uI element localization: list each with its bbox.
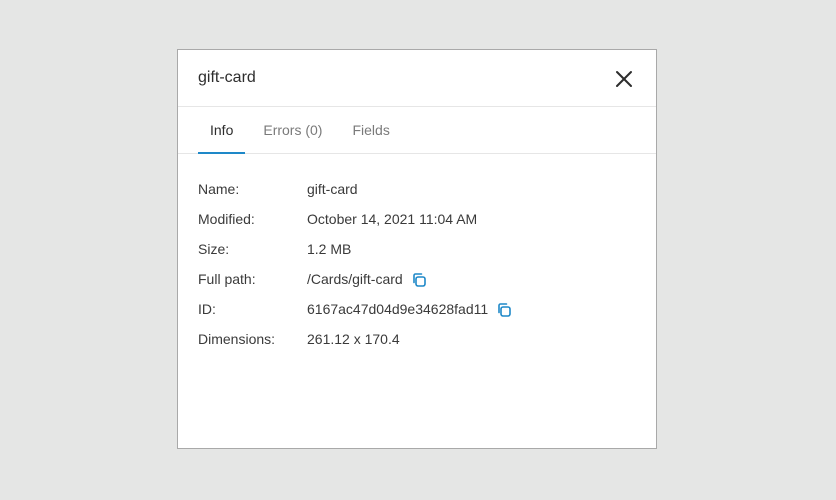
info-value: October 14, 2021 11:04 AM [307,211,478,227]
dialog-header: gift-card [178,50,656,107]
info-value: gift-card [307,181,358,197]
info-value: 6167ac47d04d9e34628fad11 [307,301,489,317]
file-info-dialog: gift-card Info Errors (0) Fields Name: g… [177,49,657,449]
tab-bar: Info Errors (0) Fields [178,107,656,154]
info-row-full-path: Full path: /Cards/gift-card [198,264,636,294]
tab-errors[interactable]: Errors (0) [251,107,334,153]
copy-icon [498,303,511,317]
info-label: Name: [198,181,240,197]
copy-icon [412,273,426,287]
info-label: Dimensions: [198,331,276,347]
info-panel: Name: gift-card Modified: October 14, 20… [178,154,656,354]
close-icon [616,71,632,87]
dialog-title: gift-card [198,69,256,86]
copy-path-button[interactable] [411,272,427,288]
tab-fields[interactable]: Fields [340,107,401,153]
info-row-id: ID: 6167ac47d04d9e34628fad11 [198,294,636,324]
info-value: /Cards/gift-card [307,271,403,287]
info-row-size: Size: 1.2 MB [198,234,636,264]
info-value: 1.2 MB [307,241,352,257]
copy-id-button[interactable] [496,302,512,318]
info-label: Full path: [198,271,256,287]
info-row-dimensions: Dimensions: 261.12 x 170.4 [198,324,636,354]
info-row-name: Name: gift-card [198,174,636,204]
info-value: 261.12 x 170.4 [307,331,400,347]
info-row-modified: Modified: October 14, 2021 11:04 AM [198,204,636,234]
close-button[interactable] [612,67,636,91]
info-label: Size: [198,241,230,257]
tab-info[interactable]: Info [198,107,246,154]
info-label: ID: [198,301,216,317]
info-label: Modified: [198,211,255,227]
